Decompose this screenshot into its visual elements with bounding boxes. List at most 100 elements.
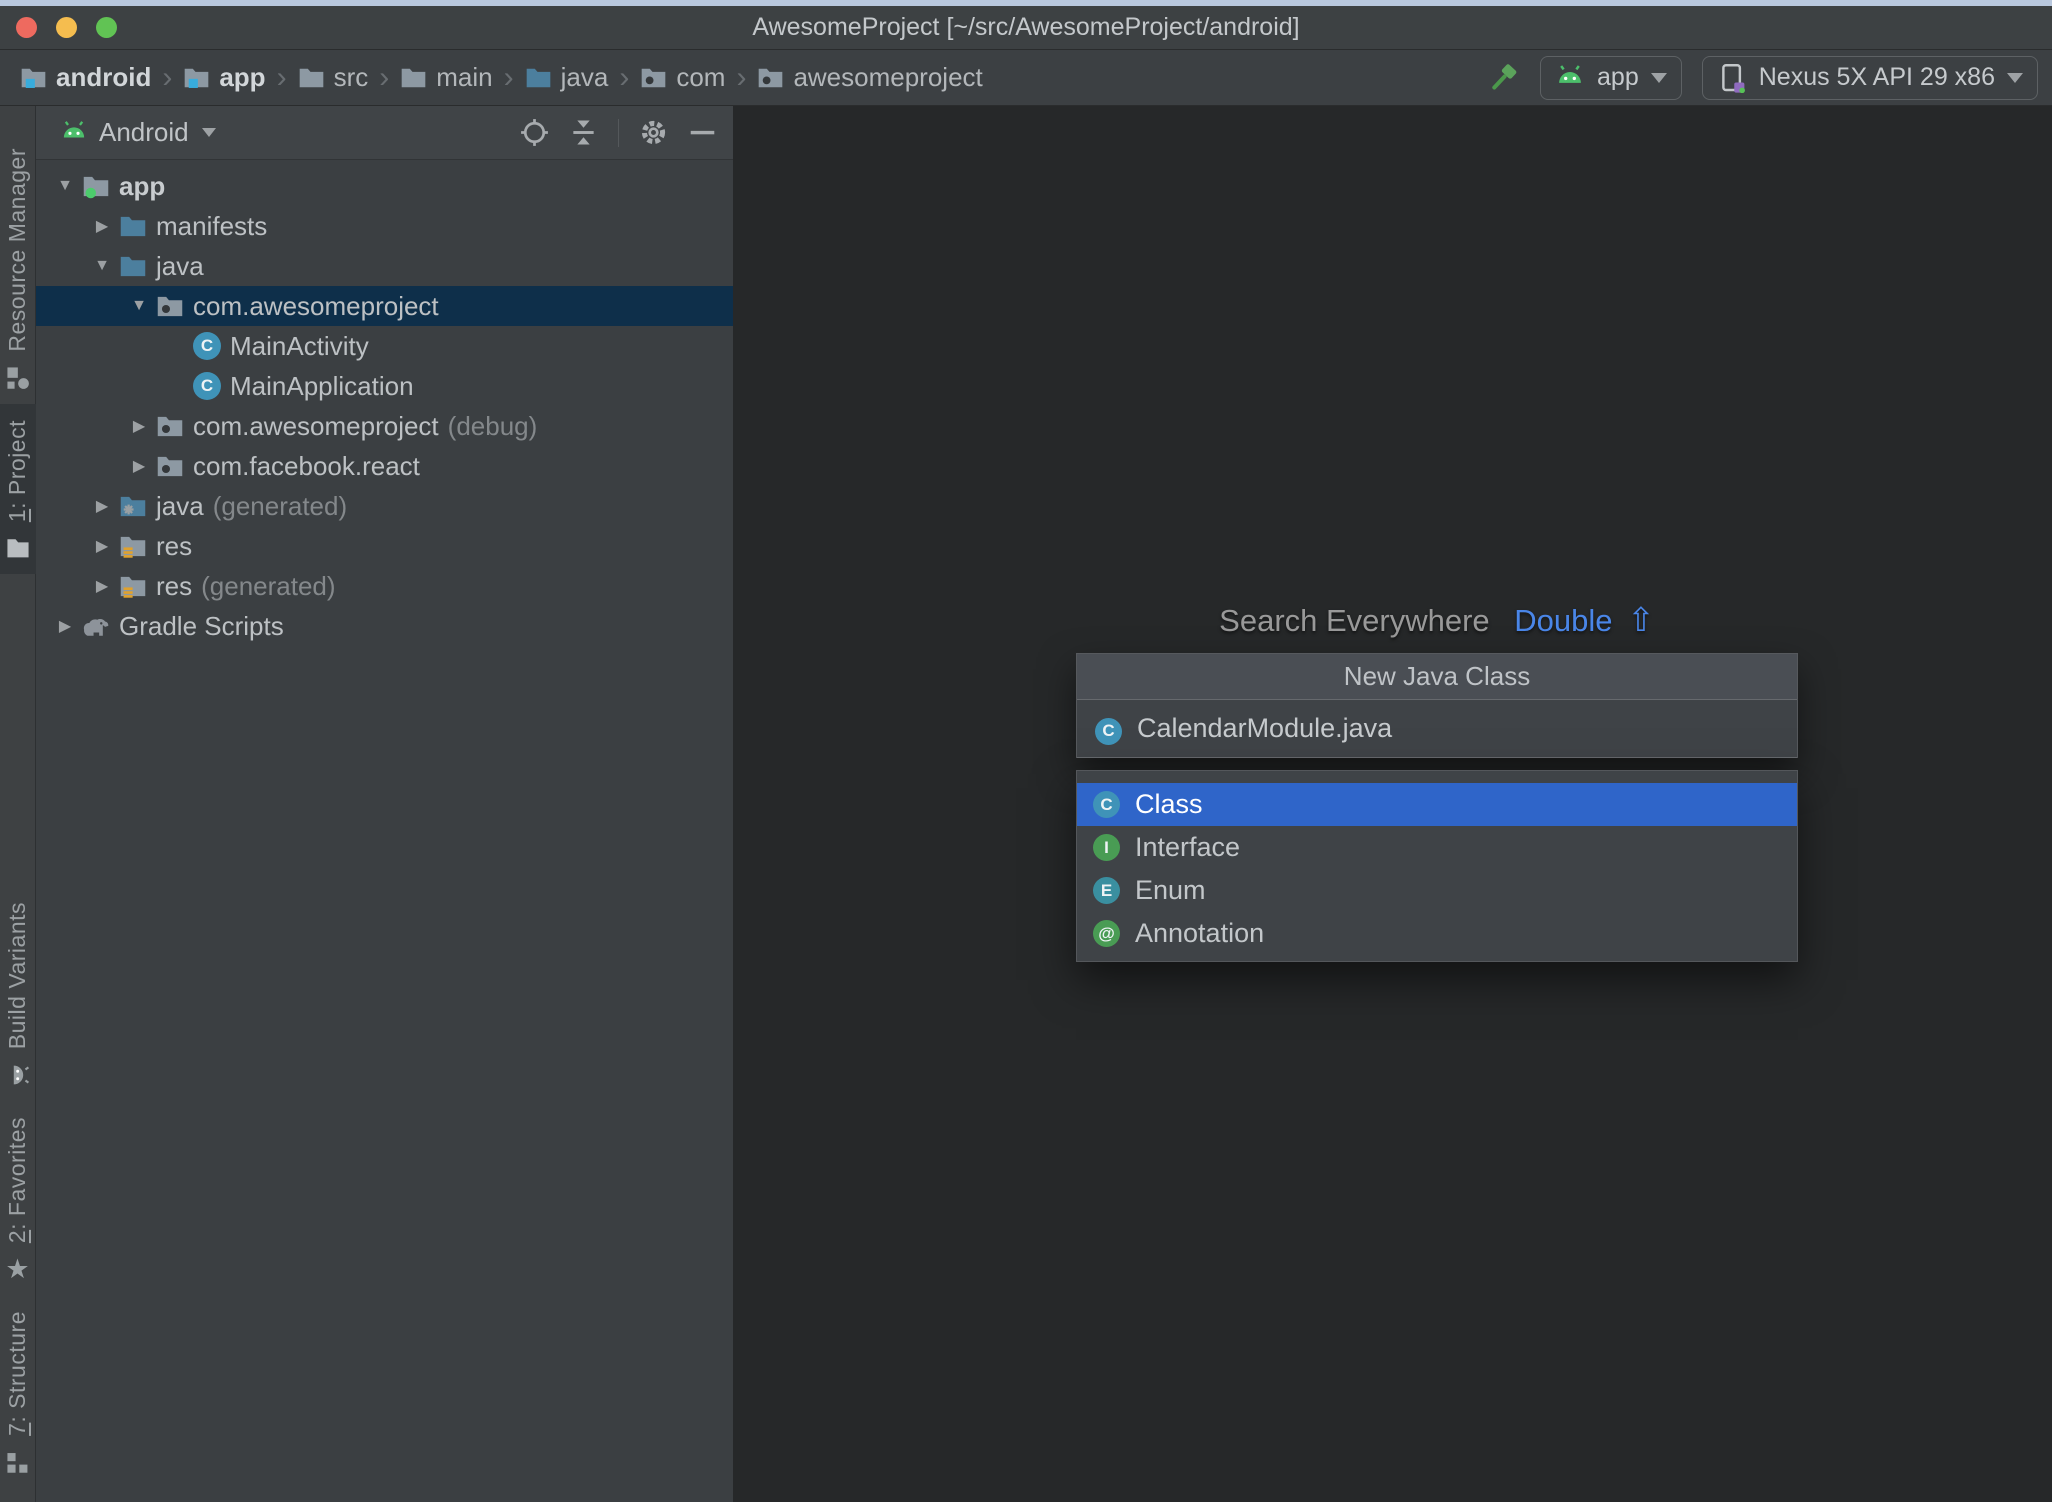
tree-item-res-generated[interactable]: ▶ res (generated) — [36, 566, 733, 606]
tree-item-label: manifests — [156, 210, 268, 241]
popup-item-label: Enum — [1135, 875, 1206, 905]
android-icon — [1555, 63, 1585, 93]
breadcrumb-item-src[interactable]: src — [298, 62, 368, 93]
breadcrumb-item-app[interactable]: app — [183, 62, 266, 93]
class-icon: C — [1095, 712, 1122, 745]
source-folder-icon — [525, 64, 552, 91]
expand-arrow-icon[interactable]: ▶ — [52, 616, 78, 636]
module-folder-icon — [20, 64, 47, 91]
breadcrumb-item-com[interactable]: com — [640, 62, 725, 93]
module-folder-icon — [183, 64, 210, 91]
expand-arrow-icon[interactable]: ▼ — [52, 177, 78, 195]
tree-item-app[interactable]: ▼ app — [36, 166, 733, 206]
project-panel-header: Android — [36, 106, 733, 160]
new-class-dialog: New Java Class C CalendarModule.java — [1076, 653, 1798, 758]
package-icon — [640, 64, 667, 91]
popup-title: New Java Class — [1077, 654, 1797, 700]
tree-item-label: com.awesomeproject — [193, 290, 439, 321]
tree-item-mainapplication[interactable]: C MainApplication — [36, 366, 733, 406]
tree-item-com-awesomeproject[interactable]: ▼ com.awesomeproject — [36, 286, 733, 326]
folder-icon — [400, 64, 427, 91]
tool-window-label: 7: Structure — [4, 1311, 30, 1436]
project-view-selector[interactable]: Android — [60, 117, 216, 148]
package-icon — [156, 292, 184, 320]
tree-item-label: java — [156, 490, 204, 521]
close-window-button[interactable] — [16, 17, 37, 38]
tree-item-java-generated[interactable]: ▶ java (generated) — [36, 486, 733, 526]
hide-icon[interactable] — [688, 118, 717, 147]
collapse-all-icon[interactable] — [569, 118, 598, 147]
tool-window-button-build-variants[interactable]: Build Variants — [0, 886, 36, 1101]
device-select[interactable]: Nexus 5X API 29 x86 — [1701, 55, 2038, 100]
breadcrumb-item-awesomeproject[interactable]: awesomeproject — [757, 62, 983, 93]
expand-arrow-icon[interactable]: ▶ — [89, 216, 115, 236]
navigation-bar: android › app › src › main › java › com … — [0, 50, 2052, 106]
package-icon — [156, 412, 184, 440]
popup-item-annotation[interactable]: @ Annotation — [1077, 912, 1797, 955]
tree-item-suffix: (debug) — [447, 410, 538, 441]
structure-icon — [5, 1449, 31, 1475]
tool-window-button-7-structure[interactable]: 7: Structure — [0, 1295, 36, 1488]
settings-icon[interactable] — [639, 118, 668, 147]
package-icon — [156, 452, 184, 480]
resource-manager-icon — [5, 365, 31, 391]
tool-window-button-1-project[interactable]: 1: Project — [0, 403, 36, 574]
tree-item-gradle-scripts[interactable]: ▶ Gradle Scripts — [36, 606, 733, 646]
tree-item-com-awesomeproject-debug[interactable]: ▶ com.awesomeproject (debug) — [36, 406, 733, 446]
breadcrumb-separator: › — [619, 60, 630, 94]
popup-item-class[interactable]: C Class — [1077, 783, 1797, 826]
tree-item-mainactivity[interactable]: C MainActivity — [36, 326, 733, 366]
tree-item-java[interactable]: ▼ java — [36, 246, 733, 286]
class-name-value: CalendarModule.java — [1137, 713, 1393, 743]
tree-item-label: res — [156, 570, 193, 601]
tree-item-label: com.facebook.react — [193, 450, 420, 481]
expand-arrow-icon[interactable]: ▶ — [89, 496, 115, 516]
annotation-icon: @ — [1093, 920, 1120, 947]
build-hammer-icon[interactable] — [1486, 61, 1520, 95]
interface-icon: I — [1093, 834, 1120, 861]
tree-item-manifests[interactable]: ▶ manifests — [36, 206, 733, 246]
tool-window-button-resource-manager[interactable]: Resource Manager — [0, 132, 36, 404]
folder-icon — [298, 64, 325, 91]
tree-item-label: java — [156, 250, 204, 281]
tree-item-com-facebook-react[interactable]: ▶ com.facebook.react — [36, 446, 733, 486]
chevron-down-icon — [1650, 72, 1667, 83]
build-variants-icon — [5, 1062, 31, 1088]
minimize-window-button[interactable] — [56, 17, 77, 38]
device-label: Nexus 5X API 29 x86 — [1758, 63, 1995, 91]
res-folder-icon — [119, 532, 147, 560]
class-icon: C — [193, 332, 221, 360]
tree-item-label: MainActivity — [230, 330, 369, 361]
source-folder-icon — [119, 252, 147, 280]
expand-arrow-icon[interactable]: ▼ — [89, 257, 115, 275]
popup-item-enum[interactable]: E Enum — [1077, 869, 1797, 912]
expand-arrow-icon[interactable]: ▶ — [89, 576, 115, 596]
tree-item-suffix: (generated) — [212, 490, 348, 521]
window-controls — [16, 6, 117, 49]
device-icon — [1717, 63, 1747, 93]
project-tree: ▼ app ▶ manifests ▼ java ▼ com.awesomepr… — [36, 160, 733, 1502]
tree-item-label: Gradle Scripts — [119, 610, 284, 641]
tool-window-button-2-favorites[interactable]: 2: Favorites ★ — [0, 1101, 36, 1295]
breadcrumb-item-java[interactable]: java — [525, 62, 608, 93]
expand-arrow-icon[interactable]: ▶ — [89, 536, 115, 556]
breadcrumb-separator: › — [736, 60, 747, 94]
zoom-window-button[interactable] — [96, 17, 117, 38]
toolbar-right: app Nexus 5X API 29 x86 — [1486, 55, 2038, 100]
popup-item-interface[interactable]: I Interface — [1077, 826, 1797, 869]
panel-actions — [520, 118, 717, 147]
locate-icon[interactable] — [520, 118, 549, 147]
breadcrumb: android › app › src › main › java › com … — [20, 61, 983, 95]
expand-arrow-icon[interactable]: ▶ — [126, 416, 152, 436]
breadcrumb-item-main[interactable]: main — [400, 62, 493, 93]
run-config-select[interactable]: app — [1540, 55, 1682, 100]
class-icon: C — [193, 372, 221, 400]
class-name-input[interactable]: C CalendarModule.java — [1077, 700, 1797, 758]
titlebar[interactable]: AwesomeProject [~/src/AwesomeProject/and… — [0, 6, 2052, 50]
popup-item-label: Annotation — [1135, 918, 1265, 948]
breadcrumb-item-android[interactable]: android — [20, 62, 151, 93]
tree-item-res[interactable]: ▶ res — [36, 526, 733, 566]
expand-arrow-icon[interactable]: ▶ — [126, 456, 152, 476]
new-java-class-popup: New Java Class C CalendarModule.java C C… — [1076, 653, 1798, 962]
expand-arrow-icon[interactable]: ▼ — [126, 297, 152, 315]
